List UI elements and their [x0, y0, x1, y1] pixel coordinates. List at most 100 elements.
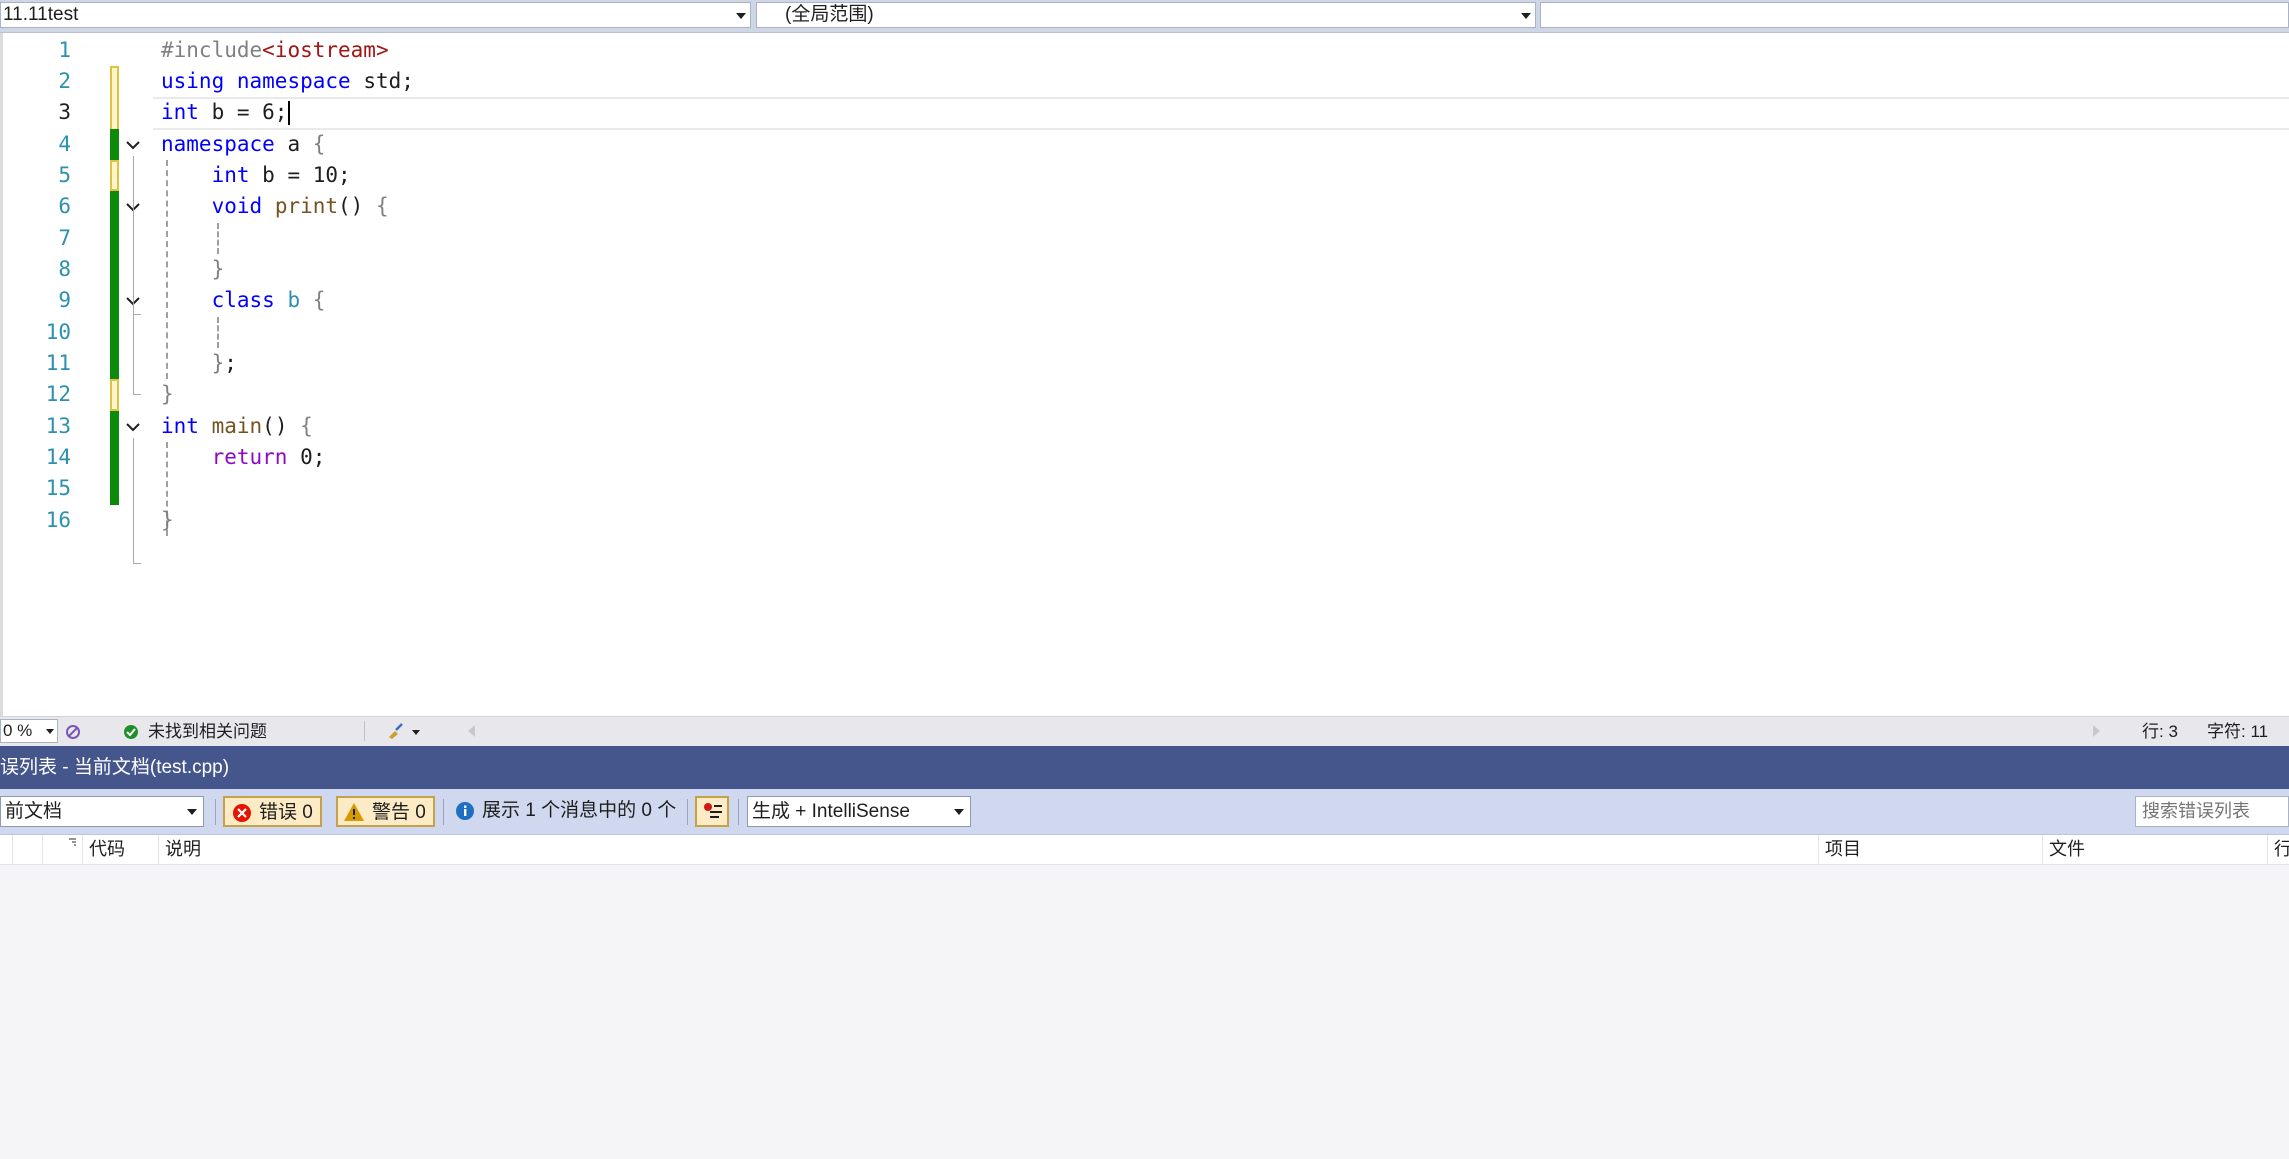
code-line[interactable]: int b = 10;	[161, 160, 351, 191]
column-header-line[interactable]: 行	[2267, 835, 2289, 864]
collapse-chevron-icon[interactable]	[124, 136, 142, 154]
filter-toggle-button[interactable]	[695, 796, 729, 827]
chevron-down-icon	[46, 729, 54, 734]
code-line[interactable]: int main() {	[161, 411, 313, 442]
line-number: 2	[58, 69, 71, 93]
line-number: 11	[45, 351, 71, 375]
code-line[interactable]: }	[161, 379, 174, 410]
errors-filter-button[interactable]: 错误 0	[223, 796, 322, 827]
line-number: 12	[45, 382, 71, 406]
messages-count: 展示 1 个消息中的 0 个	[482, 800, 677, 821]
issues-status-text[interactable]: 未找到相关问题	[148, 717, 267, 746]
chevron-down-icon	[954, 809, 964, 815]
change-marker-unsaved	[110, 379, 119, 411]
toolbar-separator	[443, 799, 444, 825]
column-header-suppression[interactable]	[12, 835, 42, 864]
zoom-level: 0 %	[3, 721, 33, 740]
indent-guide	[217, 317, 219, 348]
divider	[364, 721, 365, 741]
errors-count: 错误 0	[259, 802, 313, 823]
code-line-current[interactable]: int b = 6;	[161, 97, 291, 128]
toolbar-separator	[687, 799, 688, 825]
line-number: 16	[45, 508, 71, 532]
code-line[interactable]: return 0;	[161, 442, 326, 473]
warnings-filter-button[interactable]: 警告 0	[336, 796, 435, 827]
code-line[interactable]: }	[161, 254, 225, 285]
line-number: 14	[45, 445, 71, 469]
column-header-code[interactable]: 代码	[82, 835, 158, 864]
build-source-dropdown[interactable]: 生成 + IntelliSense	[747, 796, 971, 827]
indent-guide	[217, 223, 219, 254]
column-header-project[interactable]: 项目	[1818, 835, 2042, 864]
fold-region-line	[133, 218, 135, 314]
current-line-highlight	[153, 97, 2289, 130]
error-list-rows	[0, 865, 2289, 1159]
code-cleanup-brush-icon[interactable]	[386, 722, 422, 740]
line-number: 5	[58, 163, 71, 187]
intellicode-icon[interactable]	[64, 723, 82, 741]
zoom-dropdown[interactable]: 0 %	[0, 719, 58, 743]
error-icon	[233, 804, 251, 822]
fold-region-end	[133, 563, 141, 564]
line-number: 15	[45, 476, 71, 500]
error-list-search-input[interactable]	[2135, 796, 2289, 827]
line-number: 13	[45, 414, 71, 438]
member-dropdown[interactable]	[1540, 2, 2289, 28]
error-scope-dropdown[interactable]: 前文档	[0, 796, 204, 827]
line-number: 6	[58, 194, 71, 218]
scope-dropdown[interactable]: (全局范围)	[756, 2, 1536, 28]
code-line[interactable]: };	[161, 348, 237, 379]
line-number: 9	[58, 288, 71, 312]
line-number: 10	[45, 320, 71, 344]
toolbar-separator	[215, 799, 216, 825]
code-line[interactable]: using namespace std;	[161, 66, 414, 97]
chevron-down-icon	[736, 13, 746, 19]
error-list-title: 误列表 - 当前文档(test.cpp)	[0, 757, 230, 778]
column-header-sort[interactable]	[42, 835, 82, 864]
scroll-left-icon[interactable]	[468, 725, 475, 737]
code-line[interactable]: namespace a {	[161, 129, 325, 160]
line-number: 4	[58, 132, 71, 156]
warning-icon	[344, 803, 364, 821]
change-marker-saved	[110, 411, 119, 505]
chevron-down-icon	[187, 809, 197, 815]
toolbar-separator	[738, 799, 739, 825]
messages-filter-button[interactable]: 展示 1 个消息中的 0 个	[452, 796, 684, 827]
change-marker-saved	[110, 191, 119, 379]
change-marker-saved	[110, 129, 119, 160]
editor-status-bar: 0 % 未找到相关问题 行: 3 字符: 11	[0, 716, 2289, 746]
sort-icon	[69, 838, 76, 846]
code-line[interactable]: #include<iostream>	[161, 35, 389, 66]
code-line[interactable]: void print() {	[161, 191, 389, 222]
collapse-chevron-icon[interactable]	[124, 418, 142, 436]
code-line[interactable]: }	[161, 505, 174, 536]
cursor-line-indicator[interactable]: 行: 3	[2142, 717, 2178, 746]
column-header-description[interactable]: 说明	[158, 835, 1818, 864]
error-scope-label: 前文档	[5, 801, 63, 822]
scope-dropdown-label: (全局范围)	[785, 4, 874, 25]
cursor-char-indicator[interactable]: 字符: 11	[2207, 717, 2268, 746]
fold-region-end	[133, 394, 141, 395]
project-dropdown[interactable]: 11.11test	[0, 2, 751, 28]
column-header-severity[interactable]	[0, 835, 12, 864]
change-marker-unsaved	[110, 160, 119, 191]
fold-region-end	[133, 314, 141, 315]
line-number-current: 3	[58, 100, 71, 124]
build-source-label: 生成 + IntelliSense	[752, 801, 910, 822]
info-icon	[456, 802, 474, 820]
filter-list-icon	[704, 803, 722, 818]
code-editor[interactable]: 1 2 3 4 5 6 7 8 9 10 11 12 13 14 15 16 #…	[0, 33, 2289, 716]
error-list-toolbar: 前文档 错误 0 警告 0 展示 1 个消息中的 0 个 生成 + Intell…	[0, 789, 2289, 835]
fold-region-line	[133, 438, 135, 563]
column-header-file[interactable]: 文件	[2042, 835, 2267, 864]
line-number: 7	[58, 226, 71, 250]
project-dropdown-label: 11.11test	[3, 4, 79, 25]
navigation-bar: 11.11test (全局范围)	[0, 0, 2289, 33]
warnings-count: 警告 0	[372, 802, 426, 823]
error-list-column-headers: 代码 说明 项目 文件 行	[0, 835, 2289, 865]
line-number: 8	[58, 257, 71, 281]
error-list-title-bar[interactable]: 误列表 - 当前文档(test.cpp)	[0, 746, 2289, 789]
check-circle-icon	[124, 725, 138, 739]
code-line[interactable]: class b {	[161, 285, 326, 316]
scroll-right-icon[interactable]	[2093, 725, 2100, 737]
